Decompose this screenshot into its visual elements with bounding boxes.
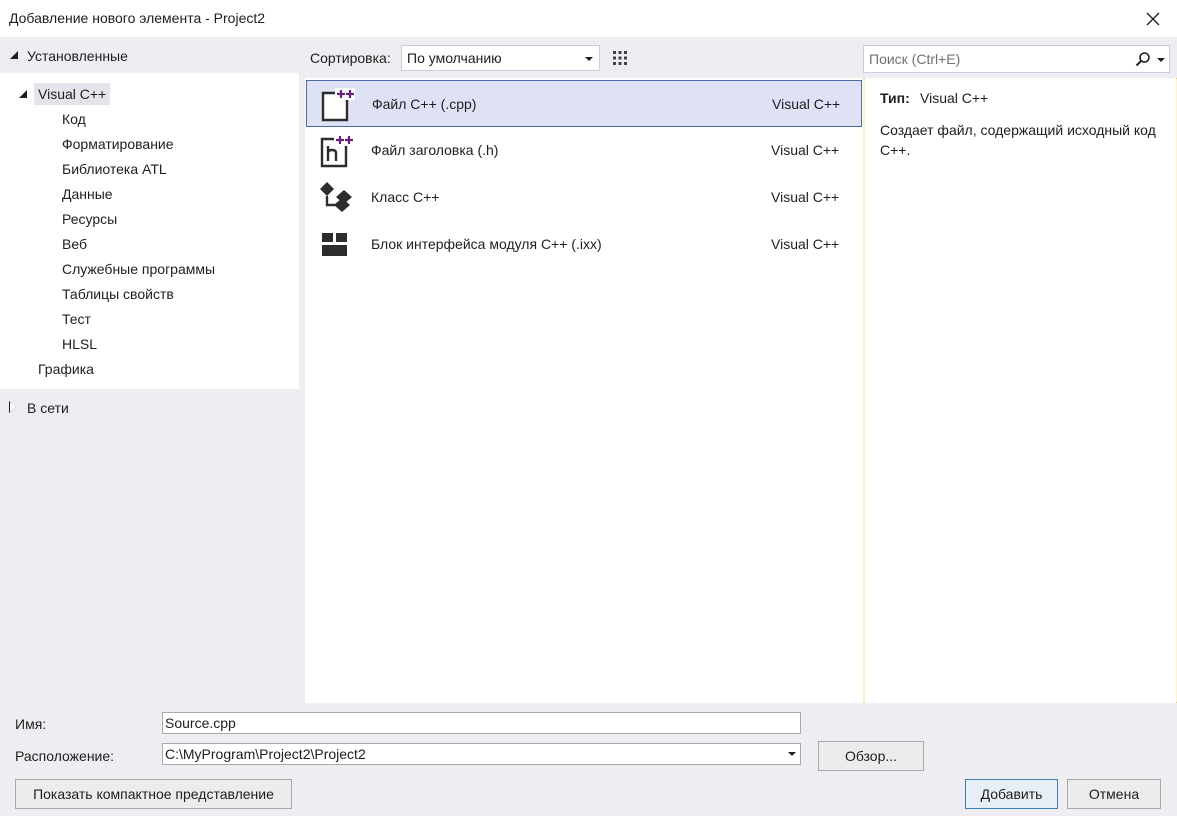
template-item-header-file[interactable]: Файл заголовка (.h) Visual C++ [306, 127, 862, 174]
tree-item-hlsl[interactable]: HLSL [58, 333, 101, 355]
tree-item-resources[interactable]: Ресурсы [58, 208, 121, 230]
category-tree: Visual C++ Код Форматирование Библиотека… [0, 73, 299, 389]
tree-item-atl[interactable]: Библиотека ATL [58, 158, 171, 180]
search-input[interactable] [869, 50, 1129, 68]
template-language: Visual C++ [771, 236, 840, 252]
add-button[interactable]: Добавить [965, 779, 1058, 809]
location-field[interactable] [162, 743, 801, 765]
online-label: В сети [27, 400, 69, 416]
name-input[interactable] [165, 715, 771, 731]
sort-label: Сортировка: [310, 50, 391, 66]
search-options-chevron-icon[interactable] [1157, 58, 1165, 62]
template-name: Класс C++ [371, 189, 440, 205]
type-label: Тип: [880, 90, 910, 106]
template-name: Блок интерфейса модуля C++ (.ixx) [371, 236, 602, 252]
description-pane: Тип: Visual C++ Создает файл, содержащий… [865, 78, 1176, 703]
online-header[interactable]: В сети [0, 396, 300, 420]
cpp-file-icon [319, 86, 355, 122]
class-icon [318, 179, 354, 215]
template-name: Файл заголовка (.h) [371, 142, 499, 158]
expanded-arrow-icon[interactable] [19, 90, 27, 98]
template-name: Файл C++ (.cpp) [372, 96, 477, 112]
bottom-panel: Имя: Расположение: Обзор... Показать ком… [0, 703, 1177, 816]
grid-view-icon [613, 51, 627, 65]
template-list: Файл C++ (.cpp) Visual C++ Файл заголовк… [305, 78, 863, 703]
installed-label: Установленные [27, 48, 128, 64]
sort-value: По умолчанию [407, 50, 502, 66]
tree-item-code[interactable]: Код [58, 108, 90, 130]
template-language: Visual C++ [772, 96, 841, 112]
type-value: Visual C++ [920, 90, 989, 106]
search-icon[interactable] [1135, 51, 1151, 67]
chevron-down-icon[interactable] [788, 752, 796, 756]
tree-item-formatting[interactable]: Форматирование [58, 133, 178, 155]
location-label: Расположение: [15, 748, 115, 764]
template-language: Visual C++ [771, 189, 840, 205]
title-bar: Добавление нового элемента - Project2 [0, 0, 1177, 37]
grid-view-button[interactable] [607, 45, 633, 71]
name-field[interactable] [162, 712, 801, 734]
expanded-arrow-icon[interactable] [10, 51, 18, 59]
template-language: Visual C++ [771, 142, 840, 158]
module-icon [318, 226, 354, 262]
installed-header[interactable]: Установленные [0, 37, 300, 73]
name-label: Имя: [15, 716, 47, 732]
window-title: Добавление нового элемента - Project2 [9, 10, 266, 26]
template-item-module-interface[interactable]: Блок интерфейса модуля C++ (.ixx) Visual… [306, 221, 862, 268]
template-item-cpp-file[interactable]: Файл C++ (.cpp) Visual C++ [306, 80, 862, 127]
sort-dropdown[interactable]: По умолчанию [401, 45, 600, 71]
template-item-class[interactable]: Класс C++ Visual C++ [306, 174, 862, 221]
search-box[interactable] [863, 45, 1170, 73]
tree-item-web[interactable]: Веб [58, 233, 91, 255]
browse-button[interactable]: Обзор... [818, 741, 924, 771]
tree-item-property-sheets[interactable]: Таблицы свойств [58, 283, 178, 305]
tree-item-test[interactable]: Тест [58, 308, 95, 330]
header-file-icon [318, 132, 354, 168]
cancel-button[interactable]: Отмена [1067, 779, 1161, 809]
chevron-down-icon [585, 57, 593, 61]
tree-item-utilities[interactable]: Служебные программы [58, 258, 219, 280]
description-text: Создает файл, содержащий исходный код C+… [880, 122, 1156, 158]
collapsed-arrow-fill [10, 402, 16, 412]
tree-item-visual-cpp[interactable]: Visual C++ [34, 83, 111, 105]
tree-item-graphics[interactable]: Графика [34, 358, 98, 380]
tree-item-data[interactable]: Данные [58, 183, 117, 205]
compact-view-button[interactable]: Показать компактное представление [15, 779, 292, 809]
location-input[interactable] [165, 746, 771, 762]
close-icon[interactable] [1141, 7, 1165, 31]
